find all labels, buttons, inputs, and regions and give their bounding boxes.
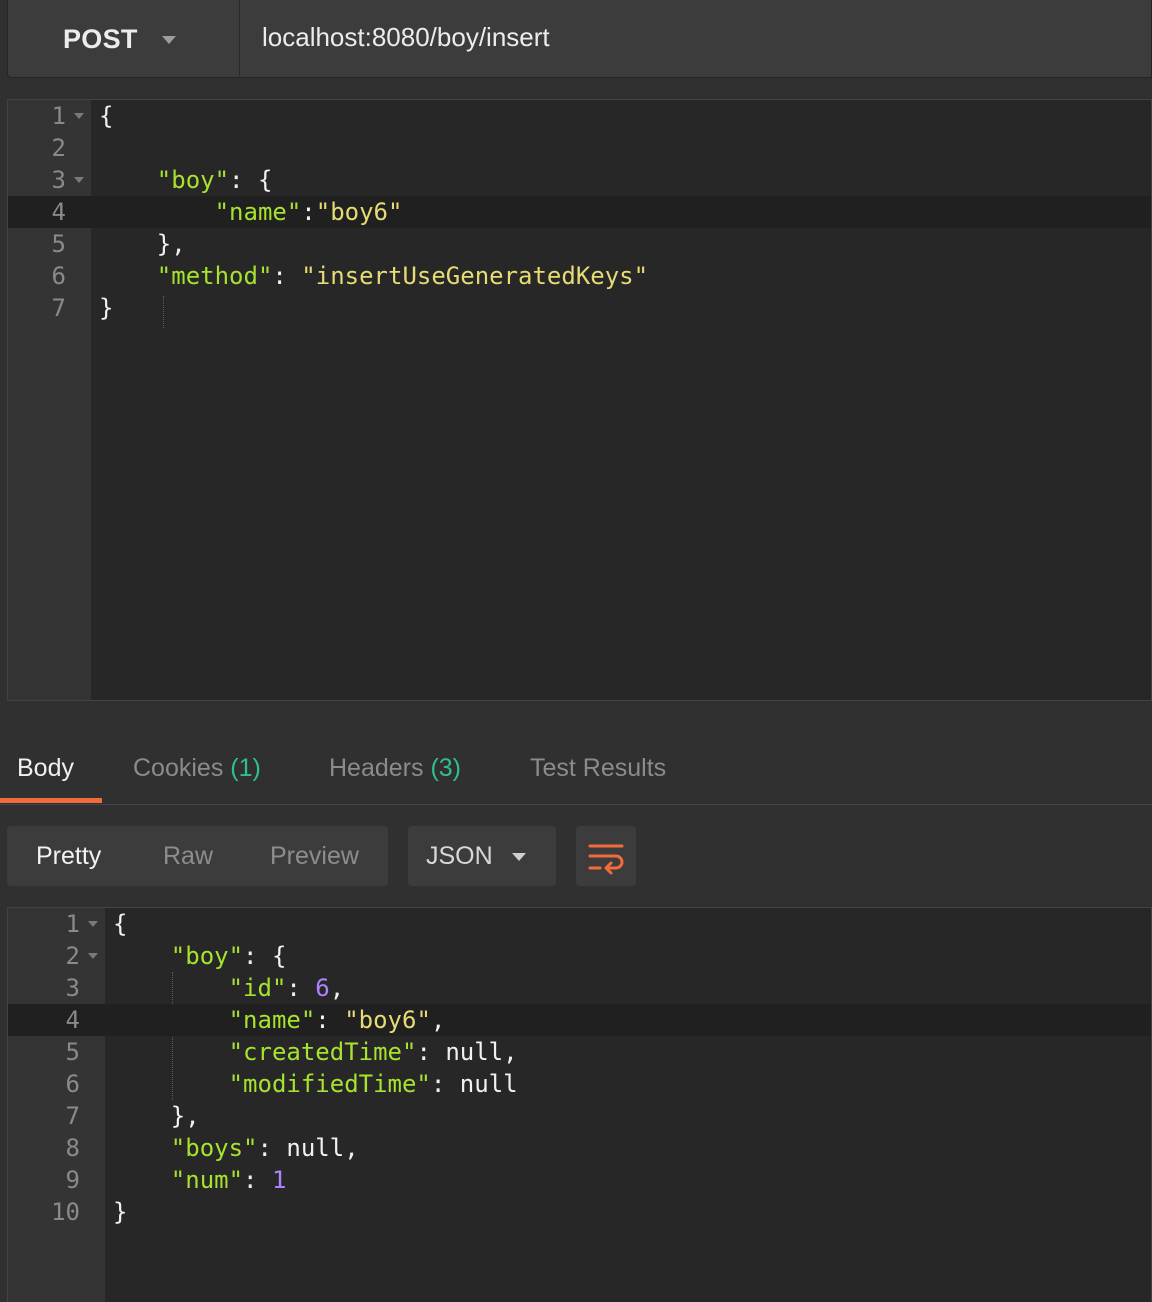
response-tabs: Body Cookies (1) Headers (3) Test Result… [0, 740, 1152, 805]
request-body-editor[interactable]: 1 { 2 3 "boy": { 4 "name":"boy6" 5 }, 6 … [7, 99, 1152, 701]
code-line: 7 } [8, 292, 1151, 324]
code-line: 9 "num": 1 [8, 1164, 1151, 1196]
wrap-lines-button[interactable] [576, 826, 636, 886]
line-number: 2 [65, 942, 80, 970]
code-line: 7 }, [8, 1100, 1151, 1132]
fold-toggle-icon[interactable] [74, 113, 84, 119]
code-line: 6 "method": "insertUseGeneratedKeys" [8, 260, 1151, 292]
line-number: 8 [65, 1134, 80, 1162]
active-tab-indicator [0, 798, 102, 803]
tab-test-results[interactable]: Test Results [530, 754, 666, 783]
headers-count-badge: (3) [430, 754, 462, 782]
pretty-button[interactable]: Pretty [36, 842, 101, 871]
fold-toggle-icon[interactable] [74, 177, 84, 183]
method-dropdown[interactable]: POST [8, 0, 240, 78]
fold-toggle-icon[interactable] [88, 921, 98, 927]
line-number: 5 [51, 230, 66, 258]
language-label: JSON [426, 842, 493, 870]
format-mode-selector: Pretty Raw Preview [7, 826, 388, 886]
cookies-count-badge: (1) [230, 754, 261, 782]
line-number: 7 [51, 294, 66, 322]
tab-body[interactable]: Body [17, 754, 74, 783]
code-line: 5 "createdTime": null, [8, 1036, 1151, 1068]
line-number: 6 [51, 262, 66, 290]
fold-toggle-icon[interactable] [88, 953, 98, 959]
line-number: 2 [51, 134, 66, 162]
line-number: 3 [65, 974, 80, 1002]
code-line: 6 "modifiedTime": null [8, 1068, 1151, 1100]
code-line: 2 "boy": { [8, 940, 1151, 972]
code-line: 5 }, [8, 228, 1151, 260]
chevron-down-icon [512, 853, 526, 861]
line-number: 1 [65, 910, 80, 938]
code-line-active: 4 "name":"boy6" [8, 196, 1151, 228]
code-line: 1 { [8, 100, 1151, 132]
code-line: 10 } [8, 1196, 1151, 1228]
tab-cookies[interactable]: Cookies (1) [133, 754, 261, 783]
raw-button[interactable]: Raw [163, 842, 213, 871]
code-line: 8 "boys": null, [8, 1132, 1151, 1164]
code-line-active: 4 "name": "boy6", [8, 1004, 1151, 1036]
request-url-bar: POST localhost:8080/boy/insert [7, 0, 1152, 78]
line-number: 6 [65, 1070, 80, 1098]
code-line: 2 [8, 132, 1151, 164]
line-number: 9 [65, 1166, 80, 1194]
tab-headers[interactable]: Headers (3) [329, 754, 461, 783]
response-body-viewer[interactable]: 1 { 2 "boy": { 3 "id": 6, 4 "name": "boy… [7, 907, 1152, 1302]
wrap-lines-icon [588, 844, 624, 875]
url-input[interactable]: localhost:8080/boy/insert [262, 22, 550, 53]
code-line: 3 "boy": { [8, 164, 1151, 196]
method-label: POST [63, 24, 138, 54]
line-number: 10 [51, 1198, 80, 1226]
preview-button[interactable]: Preview [270, 842, 359, 871]
line-number: 1 [51, 102, 66, 130]
line-number: 4 [51, 198, 66, 226]
line-number: 5 [65, 1038, 80, 1066]
line-number: 7 [65, 1102, 80, 1130]
chevron-down-icon [162, 36, 176, 44]
line-number: 3 [51, 166, 66, 194]
code-line: 1 { [8, 908, 1151, 940]
code-line: 3 "id": 6, [8, 972, 1151, 1004]
language-dropdown[interactable]: JSON [408, 826, 556, 886]
line-number: 4 [65, 1006, 80, 1034]
